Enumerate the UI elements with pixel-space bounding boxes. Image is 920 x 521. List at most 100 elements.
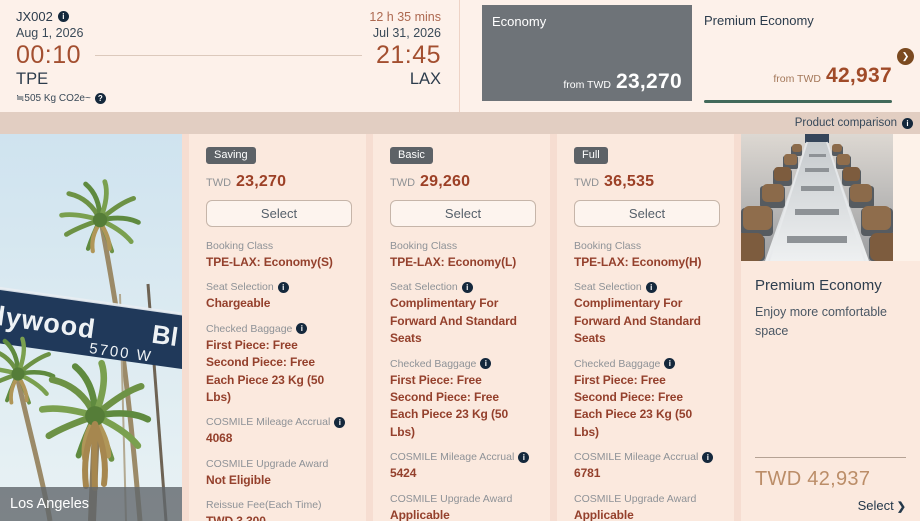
destination-code: LAX bbox=[410, 70, 441, 89]
premium-economy-panel: Premium Economy Enjoy more comfortable s… bbox=[741, 134, 920, 521]
city-name-bar: Los Angeles bbox=[0, 487, 182, 521]
fare-section-value: Chargeable bbox=[206, 295, 352, 312]
fare-section: COSMILE Upgrade Award Applicable bbox=[574, 493, 720, 521]
fare-section-label: Seat Selection bbox=[390, 281, 458, 293]
fare-section: Seat Selection i Complimentary For Forward… bbox=[574, 281, 720, 347]
economy-from-label: from TWD bbox=[563, 79, 611, 91]
fare-section-value: TPE-LAX: Economy(L) bbox=[390, 254, 536, 271]
flight-header: JX002 i 12 h 35 mins Aug 1, 2026 Jul 31,… bbox=[0, 0, 920, 112]
product-comparison-bar[interactable]: Product comparison i bbox=[0, 112, 920, 134]
fare-section: Seat Selection i Complimentary For Forward… bbox=[390, 281, 536, 347]
depart-time: 00:10 bbox=[16, 41, 81, 70]
select-button[interactable]: Select bbox=[574, 200, 720, 227]
info-icon[interactable]: i bbox=[296, 323, 307, 334]
flight-info-pane: JX002 i 12 h 35 mins Aug 1, 2026 Jul 31,… bbox=[0, 0, 460, 112]
cabin-tabs: Economy from TWD 23,270 Premium Economy … bbox=[460, 0, 920, 112]
co2-row: ≒505 Kg CO2e~ ? bbox=[16, 93, 441, 104]
fare-section-label: Seat Selection bbox=[574, 281, 642, 293]
fare-section-value: Applicable bbox=[574, 507, 720, 521]
fare-section-label: Booking Class bbox=[206, 240, 273, 252]
info-icon[interactable]: i bbox=[664, 358, 675, 369]
fare-section-label: Checked Baggage bbox=[390, 358, 476, 370]
fare-currency: TWD bbox=[574, 177, 599, 189]
panel-price: TWD 42,937 bbox=[755, 468, 906, 491]
fare-section-label: COSMILE Upgrade Award bbox=[206, 458, 328, 470]
flight-info-icon[interactable]: i bbox=[58, 11, 69, 22]
origin-code: TPE bbox=[16, 70, 48, 89]
chevron-right-icon: ❯ bbox=[897, 501, 906, 513]
premium-economy-label: Premium Economy bbox=[704, 5, 892, 28]
fare-section: Checked Baggage i First Piece: Free Second… bbox=[206, 323, 352, 407]
flight-duration: 12 h 35 mins bbox=[369, 10, 441, 24]
tab-premium-economy[interactable]: Premium Economy from TWD 42,937 bbox=[704, 5, 892, 106]
info-icon[interactable]: i bbox=[702, 452, 713, 463]
fare-section-value: Complimentary For Forward And Standard S… bbox=[390, 295, 536, 347]
fare-section: COSMILE Mileage Accrual i 5424 bbox=[390, 451, 536, 482]
fare-section-label: COSMILE Mileage Accrual bbox=[390, 451, 514, 463]
select-button[interactable]: Select bbox=[206, 200, 352, 227]
fare-badge: Full bbox=[574, 147, 608, 164]
select-button[interactable]: Select bbox=[390, 200, 536, 227]
destination-photo-card: Hollywood Bl 5700 W Los Angeles bbox=[0, 134, 182, 521]
flight-number-row: JX002 i bbox=[16, 9, 69, 24]
fare-selection-page: JX002 i 12 h 35 mins Aug 1, 2026 Jul 31,… bbox=[0, 0, 920, 521]
panel-image-margin bbox=[893, 134, 920, 261]
premium-price: 42,937 bbox=[826, 64, 892, 88]
fare-section-value: First Piece: Free Second Piece: Free Eac… bbox=[206, 337, 352, 407]
fare-section-value: Complimentary For Forward And Standard S… bbox=[574, 295, 720, 347]
comparison-info-icon[interactable]: i bbox=[902, 118, 913, 129]
fare-section-label: Seat Selection bbox=[206, 281, 274, 293]
fare-amount: 36,535 bbox=[604, 173, 654, 191]
info-icon[interactable]: i bbox=[334, 417, 345, 428]
fare-section: COSMILE Upgrade Award Applicable bbox=[390, 493, 536, 521]
info-icon[interactable]: i bbox=[646, 282, 657, 293]
fare-section-label: COSMILE Mileage Accrual bbox=[574, 451, 698, 463]
fare-section-value: First Piece: Free Second Piece: Free Eac… bbox=[574, 372, 720, 442]
fare-section-value: 5424 bbox=[390, 465, 536, 482]
fare-section-label: Booking Class bbox=[574, 240, 641, 252]
fare-section: Reissue Fee(Each Time) TWD 3,300 bbox=[206, 499, 352, 521]
fare-section-label: Checked Baggage bbox=[206, 323, 292, 335]
fare-section-label: COSMILE Upgrade Award bbox=[390, 493, 512, 505]
fare-section: COSMILE Mileage Accruali6781 bbox=[574, 451, 720, 482]
fare-currency: TWD bbox=[206, 177, 231, 189]
fare-section-label: Reissue Fee(Each Time) bbox=[206, 499, 322, 511]
premium-underline bbox=[704, 100, 892, 103]
fare-section-label: Checked Baggage bbox=[574, 358, 660, 370]
panel-divider bbox=[755, 457, 906, 458]
fare-section: Booking Class TPE-LAX: Economy(H) bbox=[574, 240, 720, 271]
fare-badge: Basic bbox=[390, 147, 433, 164]
fare-sections: Booking Class TPE-LAX: Economy(H) Seat Sel… bbox=[574, 240, 720, 521]
co2-value: ≒505 Kg CO2e~ bbox=[16, 93, 91, 104]
info-icon[interactable]: i bbox=[518, 452, 529, 463]
info-icon[interactable]: i bbox=[480, 358, 491, 369]
fare-section: Seat Selection i Chargeable bbox=[206, 281, 352, 312]
fare-section-value: First Piece: Free Second Piece: Free Eac… bbox=[390, 372, 536, 442]
next-cabin-arrow-button[interactable]: ❯ bbox=[897, 48, 914, 65]
panel-select-link[interactable]: Select❯ bbox=[755, 498, 906, 513]
fare-amount: 23,270 bbox=[236, 173, 286, 191]
economy-price: 23,270 bbox=[616, 70, 682, 94]
fare-price-row: TWD 23,270 bbox=[206, 173, 352, 191]
fare-price-row: TWD 29,260 bbox=[390, 173, 536, 191]
fare-section: Checked Baggage i First Piece: Free Second… bbox=[574, 358, 720, 442]
fare-badge: Saving bbox=[206, 147, 256, 164]
arrive-date: Jul 31, 2026 bbox=[373, 26, 441, 40]
fare-section-value: Not Eligible bbox=[206, 472, 352, 489]
los-angeles-photo: Hollywood Bl 5700 W bbox=[0, 134, 182, 521]
fare-section-value: TWD 3,300 bbox=[206, 513, 352, 521]
fare-comparison-area: Hollywood Bl 5700 W Los Angeles Savin bbox=[0, 134, 920, 521]
fare-sections: Booking ClassTPE-LAX: Economy(S)Seat Sel… bbox=[206, 240, 352, 521]
tab-economy[interactable]: Economy from TWD 23,270 bbox=[482, 5, 692, 101]
route-line bbox=[95, 55, 362, 56]
fare-section-value: Applicable bbox=[390, 507, 536, 521]
product-comparison-label: Product comparison bbox=[795, 117, 897, 129]
info-icon[interactable]: i bbox=[462, 282, 473, 293]
info-icon[interactable]: i bbox=[278, 282, 289, 293]
depart-date: Aug 1, 2026 bbox=[16, 26, 83, 40]
question-icon[interactable]: ? bbox=[95, 93, 106, 104]
fare-section: COSMILE Upgrade Award Not Eligible bbox=[206, 458, 352, 489]
svg-text:Bl: Bl bbox=[150, 319, 180, 352]
fare-section-value: TPE-LAX: Economy(H) bbox=[574, 254, 720, 271]
fare-section-label: COSMILE Upgrade Award bbox=[574, 493, 696, 505]
